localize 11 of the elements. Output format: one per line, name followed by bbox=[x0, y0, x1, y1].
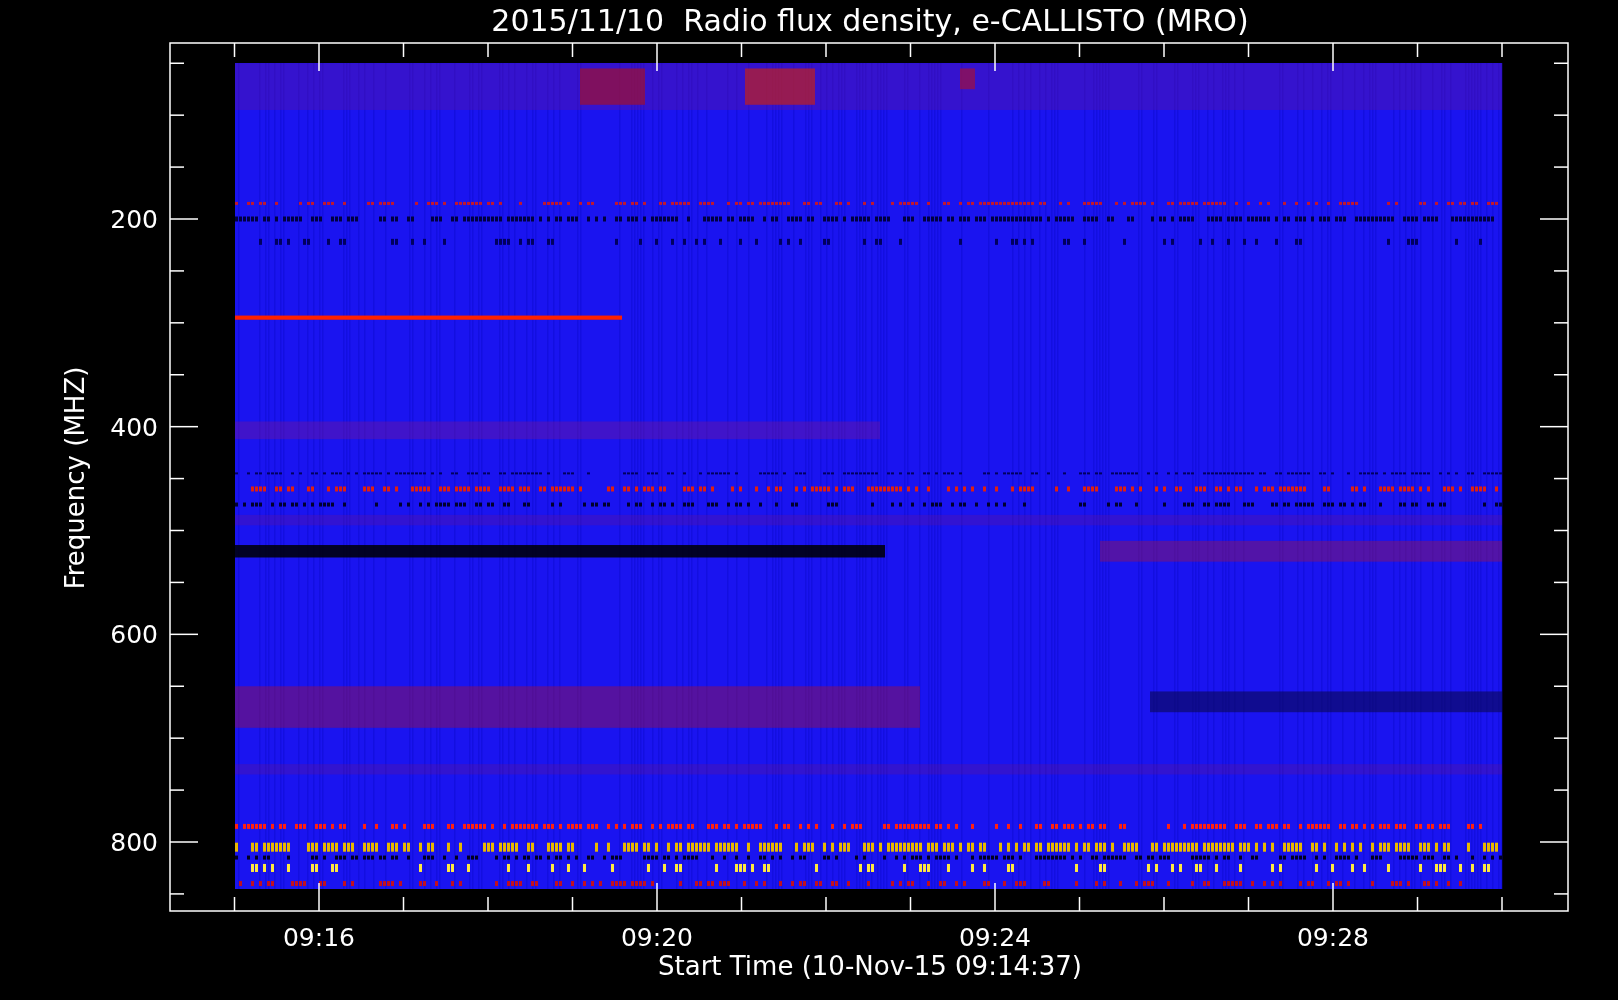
y-tick-label: 200 bbox=[110, 205, 158, 234]
x-tick-label: 09:28 bbox=[1297, 923, 1369, 952]
x-axis-label: Start Time (10-Nov-15 09:14:37) bbox=[658, 951, 1082, 981]
x-tick-label: 09:16 bbox=[283, 923, 355, 952]
x-tick-label: 09:20 bbox=[621, 923, 693, 952]
y-axis-label: Frequency (MHZ) bbox=[60, 366, 90, 590]
y-tick-label: 800 bbox=[110, 828, 158, 858]
x-tick-label: 09:24 bbox=[959, 923, 1031, 952]
chart-title: 2015/11/10 Radio flux density, e-CALLISTO (MRO) bbox=[491, 3, 1249, 38]
y-tick-label: 600 bbox=[110, 620, 158, 650]
y-tick-label: 400 bbox=[110, 412, 158, 442]
